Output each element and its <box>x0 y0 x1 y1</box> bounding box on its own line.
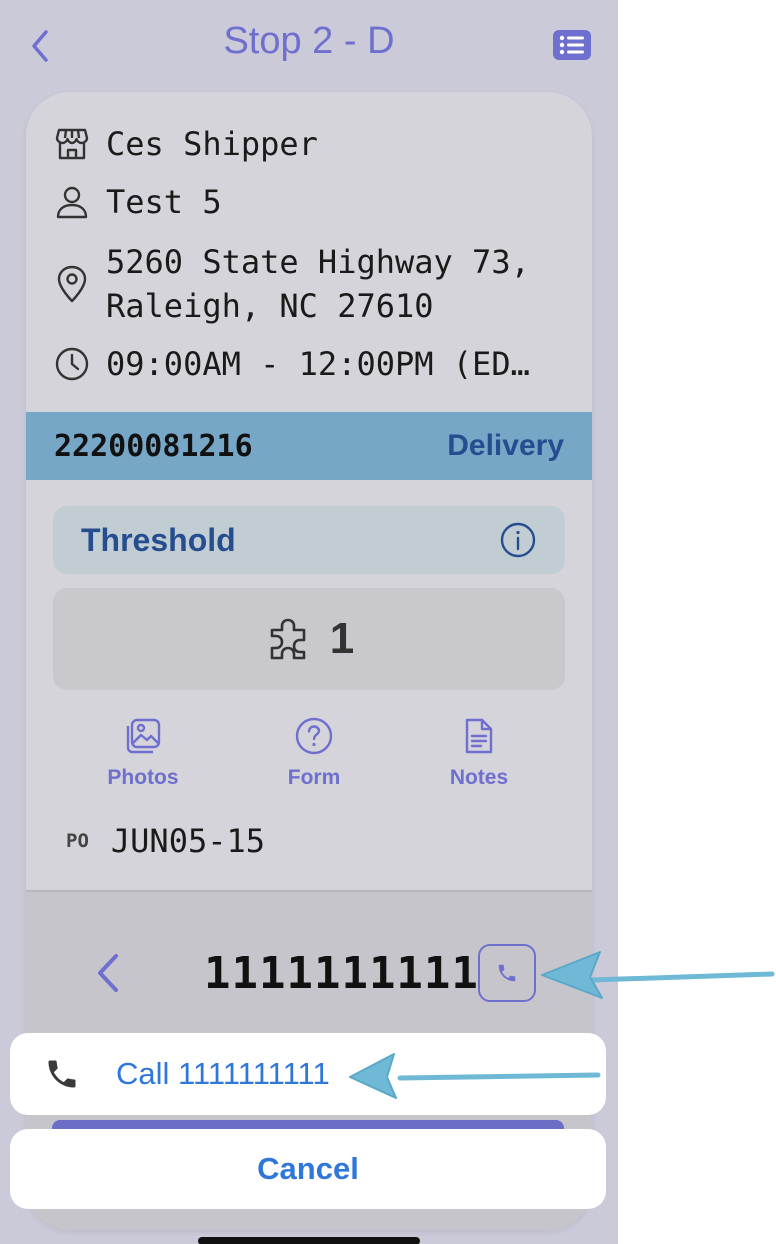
piece-count: 1 <box>329 614 355 663</box>
question-circle-icon <box>295 717 333 755</box>
order-type: Delivery <box>447 429 564 462</box>
chevron-left-icon <box>98 954 118 992</box>
photos-action[interactable]: Photos <box>63 716 223 790</box>
contact-row: Test 5 <box>52 180 222 224</box>
phone-icon <box>498 964 516 982</box>
puzzle-icon <box>270 618 306 660</box>
phone-icon <box>48 1060 76 1088</box>
clock-icon <box>52 344 92 384</box>
list-button[interactable] <box>552 29 592 61</box>
page-title: Stop 2 - D <box>223 20 395 62</box>
cancel-label: Cancel <box>257 1151 359 1186</box>
home-indicator <box>198 1237 420 1244</box>
location-pin-icon <box>52 264 92 304</box>
info-icon[interactable] <box>499 521 537 559</box>
user-icon <box>52 182 92 222</box>
call-button[interactable] <box>478 944 536 1002</box>
time-window: 09:00AM - 12:00PM (ED… <box>106 345 530 383</box>
cancel-button[interactable]: Cancel <box>10 1129 606 1209</box>
list-icon <box>553 30 591 60</box>
call-option-label: Call 1111111111 <box>116 1056 330 1091</box>
document-icon <box>465 718 493 754</box>
previous-contact-button[interactable] <box>92 952 122 994</box>
po-row: PO JUN05-15 <box>66 822 265 860</box>
address-row: 5260 State Highway 73, Raleigh, NC 27610 <box>52 240 530 328</box>
threshold-label: Threshold <box>81 521 236 558</box>
address-block: 5260 State Highway 73, Raleigh, NC 27610 <box>106 240 530 328</box>
order-number: 22200081216 <box>54 428 253 464</box>
shipper-name: Ces Shipper <box>106 125 318 163</box>
threshold-banner[interactable]: Threshold <box>53 506 565 574</box>
form-action[interactable]: Form <box>234 716 394 790</box>
piece-count-box[interactable]: 1 <box>53 588 565 690</box>
time-row: 09:00AM - 12:00PM (ED… <box>52 342 530 386</box>
call-option[interactable]: Call 1111111111 <box>10 1033 606 1115</box>
notes-label: Notes <box>449 766 509 789</box>
form-label: Form <box>287 766 341 789</box>
address-line-1: 5260 State Highway 73, <box>106 243 530 281</box>
phone-number: 1111111111 <box>204 948 479 999</box>
po-value: JUN05-15 <box>110 822 266 860</box>
photo-icon <box>126 718 161 754</box>
photos-label: Photos <box>107 766 179 789</box>
notes-action[interactable]: Notes <box>399 716 559 790</box>
store-icon <box>52 124 92 164</box>
shipper-row: Ces Shipper <box>52 122 318 166</box>
po-label: PO <box>66 830 89 852</box>
address-line-2: Raleigh, NC 27610 <box>106 287 434 325</box>
contact-name: Test 5 <box>106 183 222 221</box>
order-bar[interactable]: 22200081216 Delivery <box>26 412 592 480</box>
